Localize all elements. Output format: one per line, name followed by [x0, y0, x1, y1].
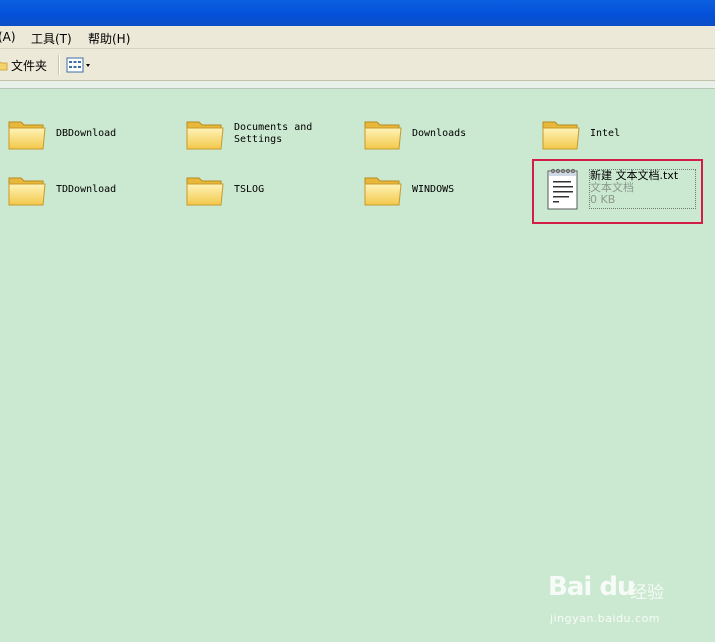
folder-label: TSLOG	[234, 184, 265, 195]
folder-item-downloads[interactable]: Downloads	[363, 114, 522, 154]
folder-icon	[363, 114, 403, 154]
menu-item-help[interactable]: 帮助(H)	[88, 30, 130, 47]
baidu-jingyan-watermark: Bai du 经验 jingyan.baidu.com	[548, 566, 708, 638]
watermark-url: jingyan.baidu.com	[550, 612, 661, 625]
address-band	[0, 81, 715, 89]
folder-item-intel[interactable]: Intel	[541, 114, 700, 154]
folder-item-dbdownload[interactable]: DBDownload	[7, 114, 166, 154]
folder-item-tslog[interactable]: TSLOG	[185, 170, 344, 210]
folder-label: DBDownload	[56, 128, 117, 139]
toolbar-separator	[58, 55, 60, 75]
folder-label: Documents and Settings	[234, 122, 313, 145]
folder-icon	[185, 114, 225, 154]
folder-label: TDDownload	[56, 184, 117, 195]
folder-label: Intel	[590, 128, 621, 139]
toolbar: 文件夹	[0, 49, 715, 81]
folder-icon	[185, 170, 225, 210]
window-titlebar	[0, 0, 715, 26]
views-button[interactable]	[66, 56, 92, 74]
menu-item-favorites[interactable]: (A)	[0, 30, 16, 44]
folder-item-tddownload[interactable]: TDDownload	[7, 170, 166, 210]
folder-icon	[541, 114, 581, 154]
watermark-cn: 经验	[630, 583, 664, 603]
highlight-annotation-box	[532, 159, 703, 224]
folders-button-label: 文件夹	[11, 58, 48, 73]
folder-label: Downloads	[412, 128, 467, 139]
menu-item-tools[interactable]: 工具(T)	[31, 30, 72, 47]
folder-label: WINDOWS	[412, 184, 455, 195]
folder-icon	[7, 170, 47, 210]
folder-small-icon	[0, 61, 8, 71]
views-grid-icon	[66, 57, 90, 73]
folder-item-windows[interactable]: WINDOWS	[363, 170, 522, 210]
menu-bar: (A) 工具(T) 帮助(H)	[0, 26, 715, 49]
folder-item-documents-and-settings[interactable]: Documents and Settings	[185, 114, 344, 154]
watermark-brand: Bai du	[548, 572, 635, 602]
folder-icon	[363, 170, 403, 210]
folder-icon	[7, 114, 47, 154]
folders-button[interactable]: 文件夹	[0, 56, 47, 74]
